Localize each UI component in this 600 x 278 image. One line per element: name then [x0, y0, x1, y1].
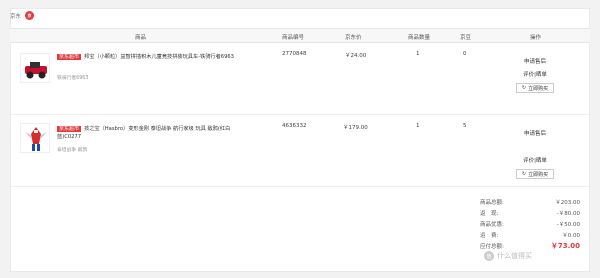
header-ops: 操作 — [530, 35, 542, 41]
summary-label: 应付总额: — [480, 243, 504, 250]
shop-name[interactable]: 京东 — [10, 12, 21, 20]
summary-label: 运 费: — [480, 232, 499, 239]
watermark-text: 什么值得买 — [497, 252, 532, 260]
rebuy-label: 立即购买 — [528, 171, 549, 178]
total-value: ￥73.00 — [550, 241, 580, 250]
product-title-text[interactable]: 孩之宝（Hasbro）变形金刚 泰坦战争 航行家级 玩具 敌鸦(红白蓝)C027… — [57, 126, 230, 140]
product-title-text[interactable]: 邦宝（小颗粒）益智拼插积木儿童竞技拼装玩具车-铁骑行者6963 — [84, 54, 234, 60]
price-value: ￥24.00 — [345, 53, 367, 59]
header-price: 京东价 — [345, 35, 362, 41]
summary-line-total: 应付总额: ￥73.00 — [480, 240, 580, 251]
rebuy-button[interactable]: ↻ 立即购买 — [516, 83, 554, 93]
summary-line: 返 现: -￥80.00 — [480, 207, 580, 218]
order-detail-page: 京东 京 商品 商品编号 京东价 商品数量 京豆 操作 京东超市 邦宝（小颗粒）益… — [0, 0, 600, 278]
product-variant: 铁骑行者6963 — [57, 76, 89, 81]
sku-value: 4636332 — [282, 123, 307, 129]
bean-value: 5 — [463, 123, 467, 129]
product-image[interactable] — [20, 123, 50, 153]
sku-value: 2770848 — [282, 51, 307, 57]
product-title[interactable]: 京东超市 孩之宝（Hasbro）变形金刚 泰坦战争 航行家级 玩具 敌鸦(红白蓝)… — [57, 125, 247, 141]
summary-label: 商品优惠: — [480, 221, 504, 228]
header-qty: 商品数量 — [408, 35, 431, 41]
summary-label: 返 现: — [480, 210, 499, 217]
summary-value: ￥203.00 — [555, 199, 580, 206]
jd-supermarket-badge: 京东超市 — [57, 54, 82, 60]
after-sale-link[interactable]: 申请售后 — [505, 129, 565, 137]
header-sku: 商品编号 — [282, 35, 305, 41]
summary-value: -￥80.00 — [556, 210, 580, 217]
summary-label: 商品总额: — [480, 199, 504, 206]
refresh-icon: ↻ — [521, 85, 527, 91]
rebuy-label: 立即购买 — [528, 85, 549, 92]
refresh-icon: ↻ — [521, 171, 527, 177]
qty-value: 1 — [416, 51, 420, 57]
bean-value: 0 — [463, 51, 467, 57]
summary-value: ￥0.00 — [562, 232, 580, 239]
table-row: 京东超市 孩之宝（Hasbro）变形金刚 泰坦战争 航行家级 玩具 敌鸦(红白蓝)… — [10, 115, 590, 187]
review-link[interactable]: 评价|晒单 — [505, 156, 565, 164]
summary-line: 商品优惠: -￥50.00 — [480, 218, 580, 229]
product-title[interactable]: 京东超市 邦宝（小颗粒）益智拼插积木儿童竞技拼装玩具车-铁骑行者6963 — [57, 53, 247, 61]
product-image[interactable] — [20, 53, 50, 83]
watermark: 值 什么值得买 — [484, 251, 532, 261]
header-product: 商品 — [135, 35, 147, 41]
jd-logo-icon: 京 — [25, 11, 35, 20]
product-variant: 泰坦战争 敌鸦 — [57, 148, 88, 153]
watermark-logo-icon: 值 — [484, 251, 494, 261]
review-link[interactable]: 评价|晒单 — [505, 70, 565, 78]
price-value: ￥179.00 — [343, 125, 368, 131]
summary-line: 运 费: ￥0.00 — [480, 229, 580, 240]
after-sale-link[interactable]: 申请售后 — [505, 57, 565, 65]
table-header: 商品 商品编号 京东价 商品数量 京豆 操作 — [10, 28, 590, 43]
jd-supermarket-badge: 京东超市 — [57, 126, 82, 132]
qty-value: 1 — [416, 123, 420, 129]
table-row: 京东超市 邦宝（小颗粒）益智拼插积木儿童竞技拼装玩具车-铁骑行者6963 铁骑行者… — [10, 43, 590, 115]
header-bean: 京豆 — [460, 35, 472, 41]
summary-line: 商品总额: ￥203.00 — [480, 196, 580, 207]
rebuy-button[interactable]: ↻ 立即购买 — [516, 169, 554, 179]
order-summary: 商品总额: ￥203.00 返 现: -￥80.00 商品优惠: -￥50.00… — [480, 196, 580, 251]
summary-value: -￥50.00 — [556, 221, 580, 228]
shop-header[interactable]: 京东 京 — [10, 11, 35, 20]
